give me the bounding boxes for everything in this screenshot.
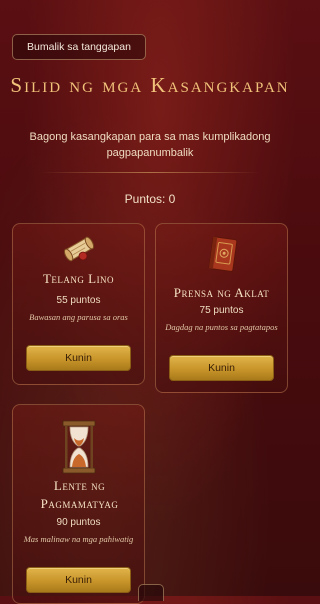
back-to-office-button[interactable]: Bumalik sa tanggapan (12, 34, 146, 60)
tool-price: 90 puntos (56, 517, 101, 528)
tool-description: Dagdag na puntos sa pagtatapos (165, 322, 278, 332)
page-title: Silid ng mga Kasangkapan (10, 73, 290, 97)
book-icon (204, 234, 240, 274)
tool-name: Lente ng Pagmamatyag (40, 478, 119, 511)
scroll-icon (61, 232, 97, 266)
scroll-handle[interactable] (138, 584, 164, 601)
tool-name: Prensa ng Aklat (173, 285, 270, 300)
tool-description: Mas malinaw na mga pahiwatig (23, 534, 134, 544)
buy-button-lente-ng-pagmamatyag[interactable]: Kunin (26, 567, 131, 593)
tool-card-telang-lino: Telang Lino 55 puntos Bawasan ang parusa… (12, 223, 145, 385)
buy-button-prensa-ng-aklat[interactable]: Kunin (169, 355, 274, 381)
points-display: Puntos: 0 (124, 192, 176, 206)
tool-price: 75 puntos (199, 305, 244, 316)
tool-card-prensa-ng-aklat: Prensa ng Aklat 75 puntos Dagdag na punt… (155, 223, 288, 393)
divider (40, 172, 260, 173)
hourglass-icon (59, 419, 99, 475)
tool-description: Bawasan ang parusa sa oras (29, 312, 128, 322)
tool-price: 55 puntos (56, 295, 101, 306)
page-subtitle: Bagong kasangkapan para sa mas kumplikad… (29, 131, 271, 159)
tool-card-lente-ng-pagmamatyag: Lente ng Pagmamatyag 90 puntos Mas malin… (12, 404, 145, 604)
tool-name: Telang Lino (42, 271, 115, 286)
buy-button-telang-lino[interactable]: Kunin (26, 345, 131, 371)
